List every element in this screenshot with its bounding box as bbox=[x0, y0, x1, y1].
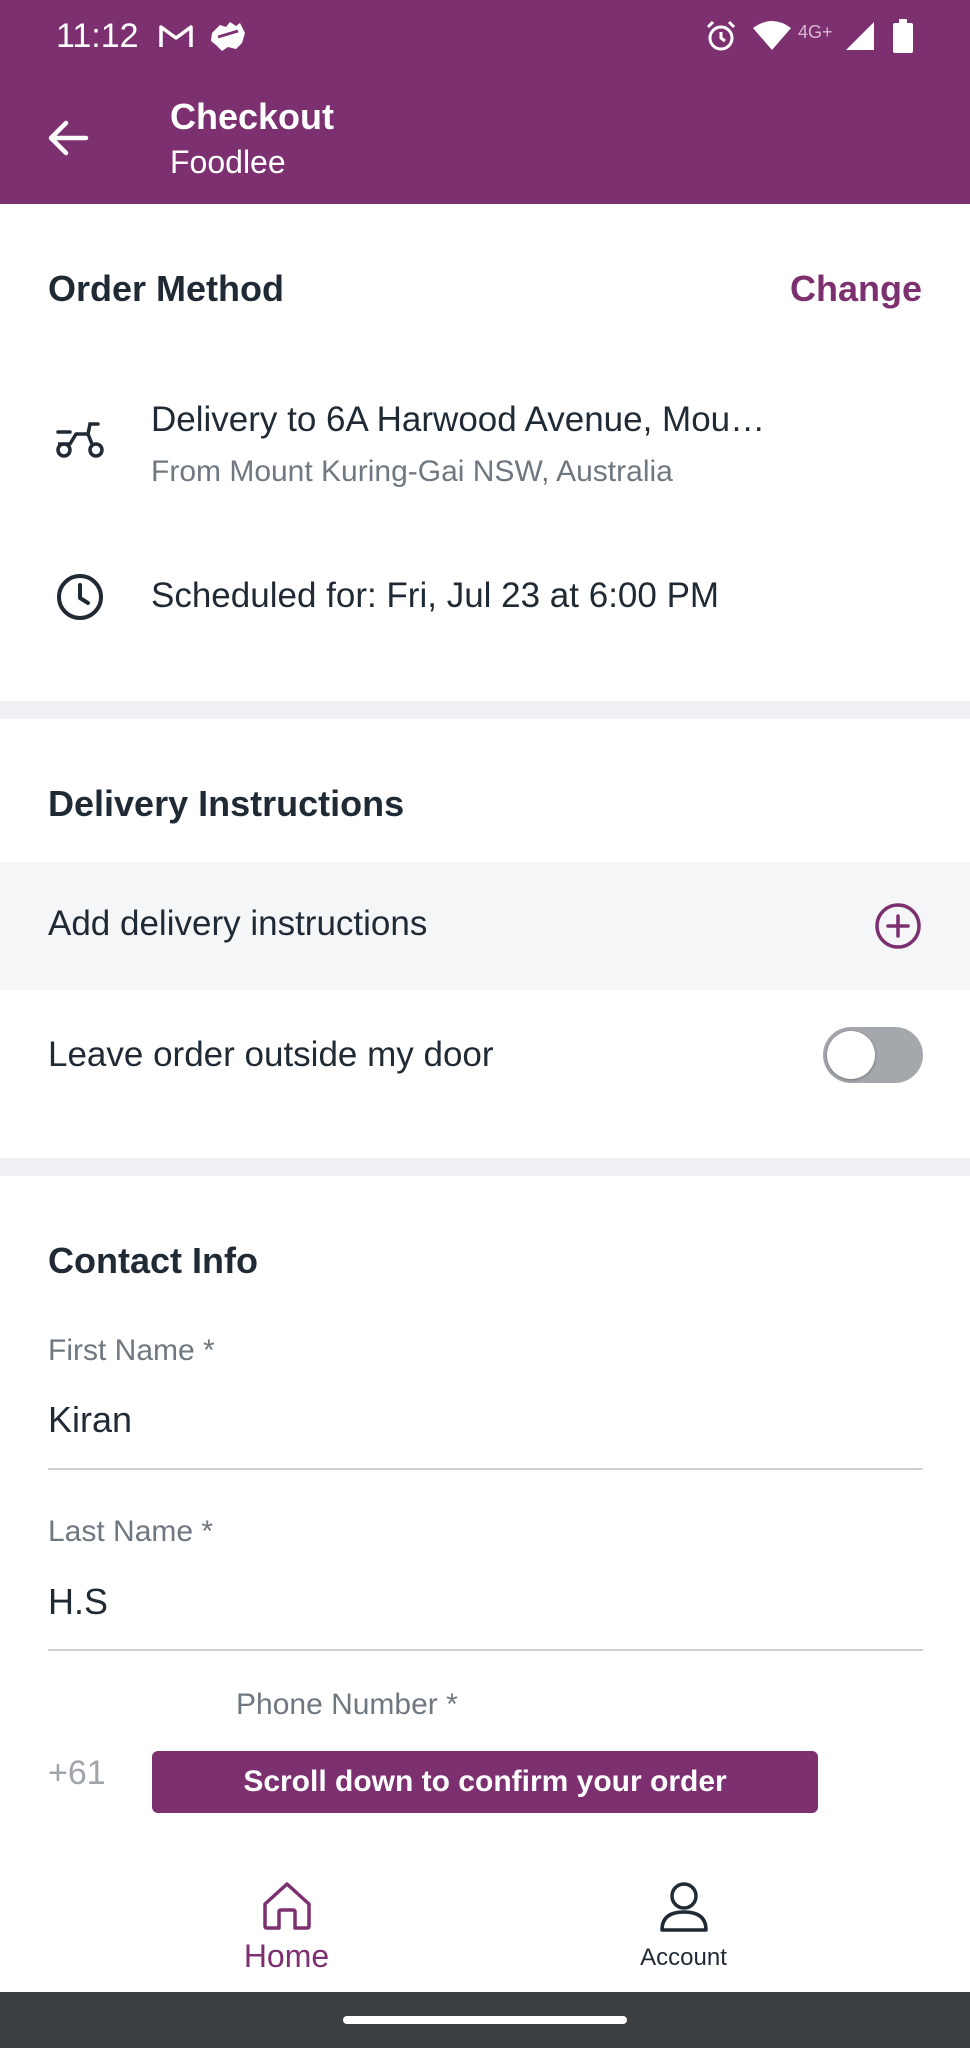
arrow-left-icon[interactable] bbox=[40, 110, 96, 166]
cell-signal-icon bbox=[844, 18, 876, 54]
bottom-nav: Home Account bbox=[0, 1840, 970, 1992]
contact-info-title: Contact Info bbox=[48, 1240, 258, 1281]
status-time: 11:12 bbox=[56, 17, 139, 55]
gesture-bar bbox=[0, 1992, 970, 2048]
delivery-address: Delivery to 6A Harwood Avenue, Mou… bbox=[151, 400, 766, 439]
first-name-label: First Name * bbox=[48, 1334, 215, 1367]
status-bar: 11:12 4G+ bbox=[0, 0, 970, 72]
plus-circle-icon[interactable] bbox=[874, 902, 922, 950]
gmail-icon bbox=[158, 18, 194, 54]
add-delivery-instructions-row[interactable]: Add delivery instructions bbox=[0, 862, 970, 990]
clock-icon bbox=[52, 569, 108, 625]
change-order-method-button[interactable]: Change bbox=[790, 268, 922, 310]
leave-outside-toggle[interactable] bbox=[823, 1027, 923, 1083]
battery-icon bbox=[892, 18, 914, 54]
section-divider bbox=[0, 1158, 970, 1176]
page-title: Checkout bbox=[170, 96, 335, 137]
add-delivery-instructions-label: Add delivery instructions bbox=[48, 904, 428, 943]
last-name-label: Last Name * bbox=[48, 1515, 214, 1548]
delivery-instructions-title: Delivery Instructions bbox=[48, 783, 405, 824]
first-name-underline bbox=[48, 1468, 923, 1470]
first-name-field[interactable]: Kiran bbox=[48, 1399, 132, 1441]
section-divider bbox=[0, 701, 970, 719]
page-subtitle: Foodlee bbox=[170, 144, 286, 180]
home-gesture-handle[interactable] bbox=[343, 2016, 627, 2024]
nav-account-label: Account bbox=[640, 1944, 727, 1971]
network-type: 4G+ bbox=[798, 21, 833, 42]
delivery-origin: From Mount Kuring-Gai NSW, Australia bbox=[151, 455, 673, 488]
alarm-icon bbox=[704, 18, 738, 54]
account-icon bbox=[656, 1878, 712, 1934]
scooter-icon bbox=[52, 410, 108, 466]
toggle-knob bbox=[827, 1031, 875, 1079]
australia-map-icon bbox=[208, 18, 248, 54]
leave-outside-label: Leave order outside my door bbox=[48, 1035, 494, 1074]
last-name-field[interactable]: H.S bbox=[48, 1581, 108, 1623]
scheduled-time: Scheduled for: Fri, Jul 23 at 6:00 PM bbox=[151, 576, 720, 615]
phone-number-label: Phone Number * bbox=[236, 1688, 458, 1721]
app-bar: Checkout Foodlee bbox=[0, 72, 970, 204]
nav-item-account[interactable]: Account bbox=[441, 1840, 926, 1992]
scroll-hint-toast: Scroll down to confirm your order bbox=[152, 1751, 818, 1813]
order-method-title: Order Method bbox=[48, 268, 285, 309]
home-icon bbox=[259, 1880, 315, 1932]
last-name-underline bbox=[48, 1649, 923, 1651]
wifi-icon bbox=[752, 18, 792, 54]
phone-country-prefix[interactable]: +61 bbox=[48, 1754, 106, 1793]
